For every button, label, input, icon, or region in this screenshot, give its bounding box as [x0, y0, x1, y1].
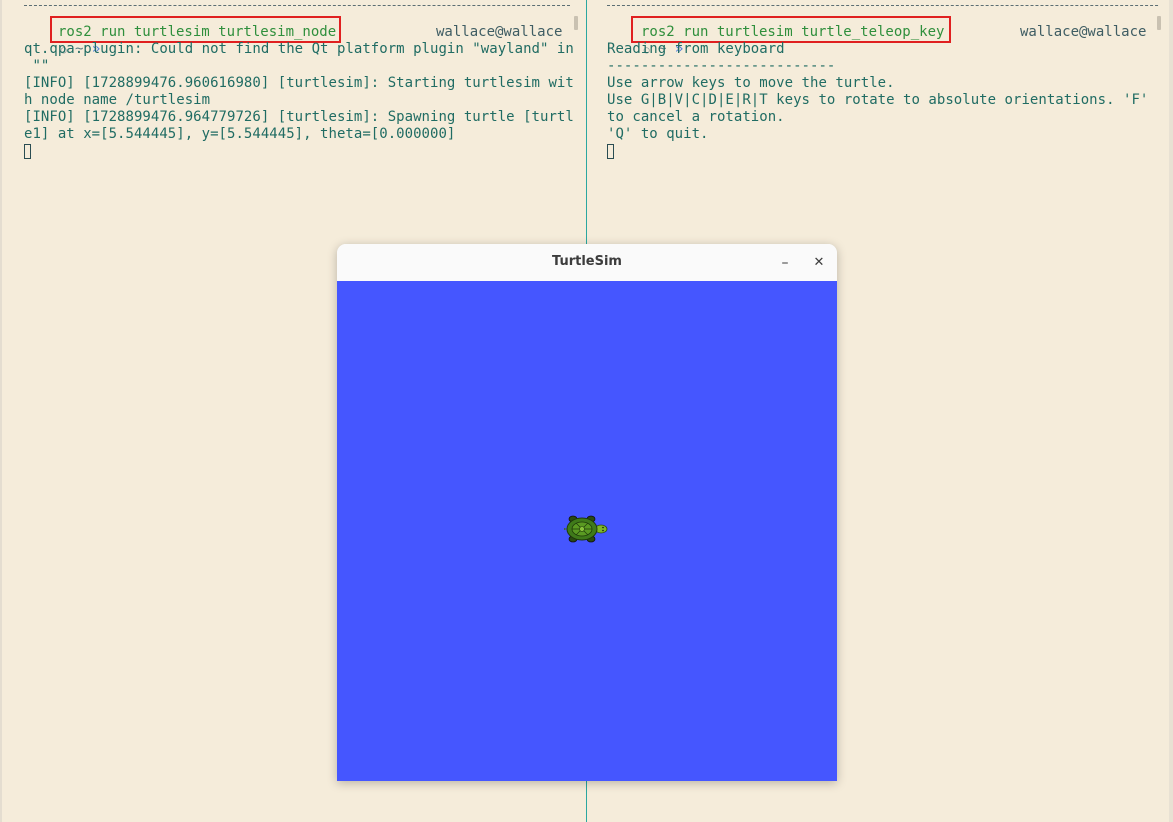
left-output-line-6: e1] at x=[5.544445], y=[5.544445], theta…: [24, 126, 456, 142]
left-output-line-1: qt.qpa.plugin: Could not find the Qt pla…: [24, 41, 574, 57]
right-command-text: ros2 run turtlesim turtle_teleop_key: [641, 24, 945, 40]
minimize-icon[interactable]: –: [775, 253, 795, 273]
left-user-host: wallace@wallace: [436, 24, 563, 40]
left-output-line-2: "": [24, 58, 50, 74]
right-output-line-4: Use G|B|V|C|D|E|R|T keys to rotate to ab…: [607, 92, 1149, 108]
right-terminal-cursor: [607, 144, 614, 159]
right-output-line-1: Reading from keyboard: [607, 41, 785, 57]
left-terminal-cursor: [24, 144, 31, 159]
right-scrollbar-thumb[interactable]: [1157, 16, 1161, 30]
turtlesim-canvas[interactable]: [337, 281, 837, 781]
left-scrollbar-thumb[interactable]: [574, 16, 578, 30]
prompt-separator-line: [24, 5, 570, 8]
turtlesim-window[interactable]: TurtleSim – ✕: [337, 244, 837, 781]
right-user-host: wallace@wallace: [1020, 24, 1147, 40]
left-command-text: ros2 run turtlesim turtlesim_node: [58, 24, 337, 40]
left-output-line-5: [INFO] [1728899476.964779726] [turtlesim…: [24, 109, 574, 125]
right-output-line-5: to cancel a rotation.: [607, 109, 785, 125]
right-output-line-6: 'Q' to quit.: [607, 126, 709, 142]
screen-right-edge: [1169, 0, 1173, 822]
close-icon[interactable]: ✕: [809, 253, 829, 273]
prompt-separator-line: [607, 5, 1160, 8]
right-output-line-2: ---------------------------: [607, 58, 836, 74]
left-output-line-4: h node name /turtlesim: [24, 92, 211, 108]
turtlesim-titlebar[interactable]: TurtleSim – ✕: [337, 244, 837, 282]
right-output-line-3: Use arrow keys to move the turtle.: [607, 75, 895, 91]
desktop: ○ ~ » ros2 run turtlesim turtlesim_node …: [0, 0, 1173, 822]
left-output-line-3: [INFO] [1728899476.960616980] [turtlesim…: [24, 75, 574, 91]
turtle-icon: [564, 515, 608, 543]
turtlesim-window-title: TurtleSim: [552, 254, 622, 269]
